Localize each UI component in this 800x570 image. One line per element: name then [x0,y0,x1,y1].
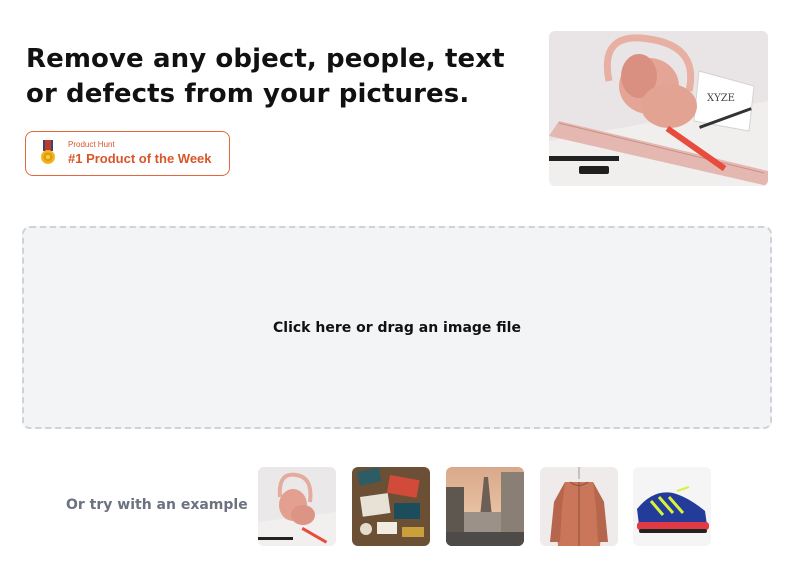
product-hunt-badge[interactable]: Product Hunt #1 Product of the Week [25,131,230,176]
badge-source: Product Hunt [68,140,115,149]
example-thumbnail-sneaker[interactable] [633,467,711,546]
headline: Remove any object, people, text or defec… [26,42,526,112]
hero-image: XYZE [549,31,768,186]
headline-line-2: or defects from your pictures. [26,79,470,109]
examples-label: Or try with an example [66,497,248,513]
example-thumbnail-street[interactable] [446,467,524,546]
medal-icon [41,139,55,164]
svg-text:XYZE: XYZE [707,93,735,104]
headline-line-1: Remove any object, people, text [26,44,505,74]
example-thumbnail-desk[interactable] [352,467,430,546]
badge-title: #1 Product of the Week [68,151,212,166]
upload-dropzone[interactable]: Click here or drag an image file [22,226,772,429]
example-thumbnail-bag[interactable] [258,467,336,546]
example-thumbnail-jacket[interactable] [540,467,618,546]
dropzone-label: Click here or drag an image file [273,319,521,336]
